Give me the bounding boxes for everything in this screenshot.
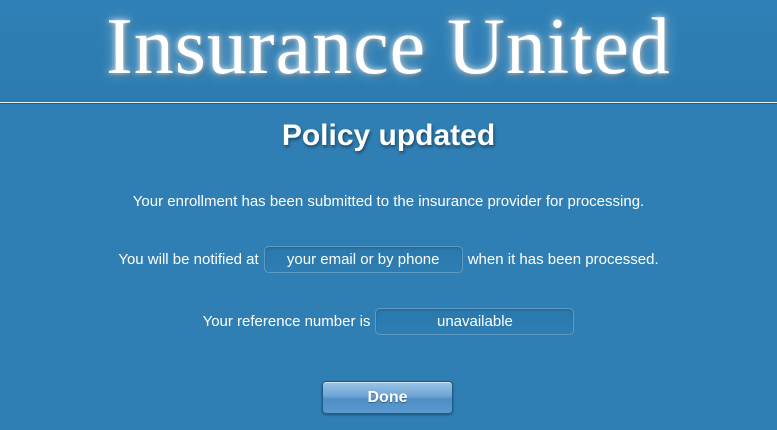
notify-suffix-label: when it has been processed. (467, 250, 659, 268)
notification-row: You will be notified at your email or by… (0, 245, 777, 273)
notify-prefix-label: You will be notified at (118, 250, 259, 268)
done-button[interactable]: Done (322, 381, 453, 414)
reference-row: Your reference number is unavailable (0, 307, 777, 335)
page-title: Policy updated (281, 119, 496, 152)
header-banner: Insurance United (0, 0, 777, 103)
notification-method-field: your email or by phone (263, 245, 463, 273)
submitted-message: Your enrollment has been submitted to th… (132, 193, 645, 210)
reference-prefix-label: Your reference number is (202, 312, 371, 330)
reference-number-field: unavailable (375, 307, 575, 335)
app-title: Insurance United (106, 3, 671, 91)
